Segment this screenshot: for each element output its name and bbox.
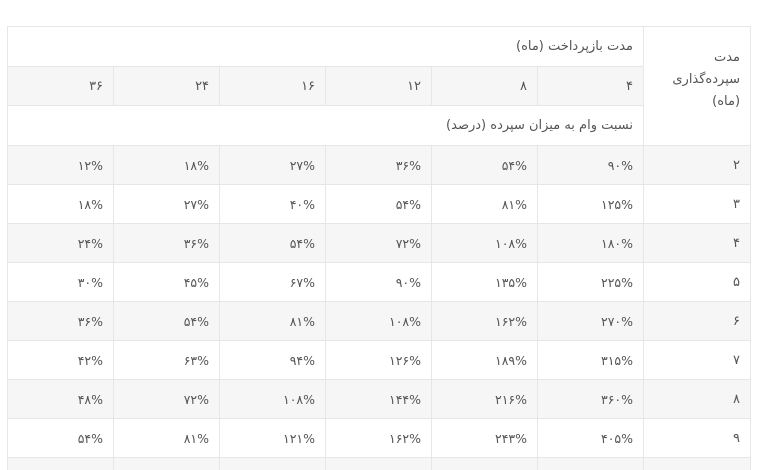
ratio-cell: ۱۳۵% xyxy=(431,262,539,302)
repayment-months-row: ۴ ۸ ۱۲ ۱۶ ۲۴ ۳۶ xyxy=(6,66,751,106)
deposit-duration-header: مدت سپرده‌گذاری (ماه) xyxy=(643,26,752,146)
deposit-months-cell: ۵ xyxy=(643,262,752,302)
deposit-months-cell: ۳ xyxy=(643,184,752,224)
deposit-months-cell: ۴ xyxy=(643,223,752,263)
ratio-cell: ۲۲۵% xyxy=(537,262,645,302)
ratio-cell: ۲۷۰% xyxy=(537,301,645,341)
ratio-cell: ۹۴% xyxy=(219,340,327,380)
ratio-cell: ۶۳% xyxy=(113,340,221,380)
ratio-cell: ۴۲% xyxy=(6,340,115,380)
ratio-cell: ۱۲% xyxy=(6,145,115,185)
ratio-cell: ۱۲۶% xyxy=(325,340,433,380)
ratio-cell: ۲۷% xyxy=(113,184,221,224)
deposit-months-cell: ۷ xyxy=(643,340,752,380)
deposit-header-line-2: سپرده‌گذاری xyxy=(672,72,741,87)
ratio-cell: ۶۷% xyxy=(219,262,327,302)
ratio-cell: ۲۱۶% xyxy=(431,379,539,419)
table-row: ۸ ۳۶۰% ۲۱۶% ۱۴۴% ۱۰۸% ۷۲% ۴۸% xyxy=(6,379,752,419)
table-cell-empty xyxy=(431,457,539,470)
loan-ratio-caption: نسبت وام به میزان سپرده (درصد) xyxy=(6,105,645,146)
ratio-cell: ۳۱۵% xyxy=(537,340,645,380)
ratio-cell: ۱۰۸% xyxy=(219,379,327,419)
ratio-cell: ۴۰۵% xyxy=(537,418,645,458)
ratio-cell: ۴۰% xyxy=(219,184,327,224)
table-row-partial xyxy=(6,457,752,470)
ratio-cell: ۱۰۸% xyxy=(431,223,539,263)
ratio-cell: ۱۲۱% xyxy=(219,418,327,458)
ratio-cell: ۹۰% xyxy=(537,145,645,185)
repay-month-cell: ۱۲ xyxy=(325,66,433,106)
ratio-cell: ۱۰۸% xyxy=(325,301,433,341)
ratio-cell: ۹۰% xyxy=(325,262,433,302)
deposit-header-line-3: (ماه) xyxy=(712,94,741,109)
deposit-months-cell: ۸ xyxy=(643,379,752,419)
table-cell-empty xyxy=(325,457,433,470)
table-row: ۷ ۳۱۵% ۱۸۹% ۱۲۶% ۹۴% ۶۳% ۴۲% xyxy=(6,340,752,380)
ratio-cell: ۲۴% xyxy=(6,223,115,263)
ratio-cell: ۱۶۲% xyxy=(431,301,539,341)
ratio-cell: ۱۸۰% xyxy=(537,223,645,263)
table-cell-empty xyxy=(537,457,645,470)
ratio-cell: ۲۴۳% xyxy=(431,418,539,458)
ratio-cell: ۸۱% xyxy=(431,184,539,224)
table-cell-empty xyxy=(219,457,327,470)
ratio-cell: ۱۸۹% xyxy=(431,340,539,380)
ratio-cell: ۳۶۰% xyxy=(537,379,645,419)
ratio-cell: ۱۸% xyxy=(6,184,115,224)
table-cell-empty xyxy=(6,457,115,470)
ratio-cell: ۵۴% xyxy=(6,418,115,458)
ratio-cell: ۱۴۴% xyxy=(325,379,433,419)
repay-month-cell: ۲۴ xyxy=(113,66,221,106)
ratio-cell: ۷۲% xyxy=(325,223,433,263)
table-row: ۶ ۲۷۰% ۱۶۲% ۱۰۸% ۸۱% ۵۴% ۳۶% xyxy=(6,301,752,341)
deposit-months-cell: ۶ xyxy=(643,301,752,341)
table-row: ۵ ۲۲۵% ۱۳۵% ۹۰% ۶۷% ۴۵% ۳۰% xyxy=(6,262,752,302)
deposit-months-cell: ۲ xyxy=(643,145,752,185)
ratio-cell: ۸۱% xyxy=(219,301,327,341)
table-row: ۴ ۱۸۰% ۱۰۸% ۷۲% ۵۴% ۳۶% ۲۴% xyxy=(6,223,752,263)
table-cell-empty xyxy=(643,457,752,470)
ratio-cell: ۵۴% xyxy=(325,184,433,224)
ratio-cell: ۸۱% xyxy=(113,418,221,458)
ratio-cell: ۵۴% xyxy=(431,145,539,185)
repay-month-cell: ۸ xyxy=(431,66,539,106)
table-cell-empty xyxy=(113,457,221,470)
repay-month-cell: ۱۶ xyxy=(219,66,327,106)
deposit-months-cell: ۹ xyxy=(643,418,752,458)
repay-month-cell: ۴ xyxy=(537,66,645,106)
ratio-cell: ۴۸% xyxy=(6,379,115,419)
repay-month-cell: ۳۶ xyxy=(6,66,115,106)
ratio-cell: ۲۷% xyxy=(219,145,327,185)
table-row: ۲ ۹۰% ۵۴% ۳۶% ۲۷% ۱۸% ۱۲% xyxy=(6,145,752,185)
ratio-cell: ۵۴% xyxy=(219,223,327,263)
ratio-cell: ۱۸% xyxy=(113,145,221,185)
ratio-cell: ۱۶۲% xyxy=(325,418,433,458)
ratio-cell: ۳۶% xyxy=(6,301,115,341)
ratio-cell: ۵۴% xyxy=(113,301,221,341)
loan-ratio-table: مدت سپرده‌گذاری (ماه) مدت بازپرداخت (ماه… xyxy=(6,26,752,470)
table-row: ۹ ۴۰۵% ۲۴۳% ۱۶۲% ۱۲۱% ۸۱% ۵۴% xyxy=(6,418,752,458)
ratio-cell: ۳۶% xyxy=(113,223,221,263)
ratio-cell: ۷۲% xyxy=(113,379,221,419)
ratio-cell: ۳۰% xyxy=(6,262,115,302)
deposit-header-line-1: مدت xyxy=(714,50,741,65)
ratio-cell: ۳۶% xyxy=(325,145,433,185)
table-row: ۳ ۱۲۵% ۸۱% ۵۴% ۴۰% ۲۷% ۱۸% xyxy=(6,184,752,224)
ratio-cell: ۱۲۵% xyxy=(537,184,645,224)
repayment-duration-caption: مدت بازپرداخت (ماه) xyxy=(6,26,645,67)
ratio-cell: ۴۵% xyxy=(113,262,221,302)
